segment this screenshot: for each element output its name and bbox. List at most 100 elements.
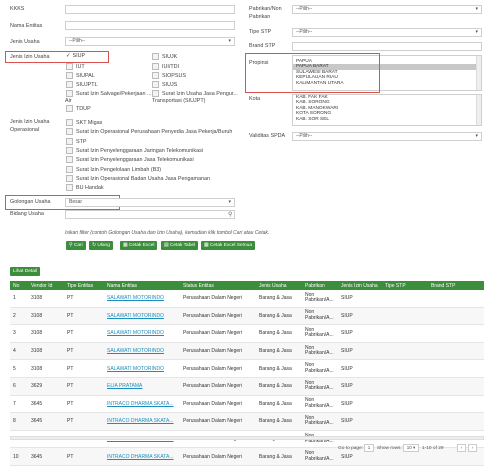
checkbox-jasa-telekom[interactable]: Surat Izin Penyelenggaraan Jasa Telekomu…: [66, 156, 194, 163]
checkbox-skt-migas[interactable]: SKT Migas: [66, 119, 102, 126]
checkbox-label: IUT: [76, 63, 85, 70]
cell-vendor-id: 3108: [28, 324, 64, 343]
cell-jenis-izin-usaha: SIUP: [338, 412, 382, 431]
checkbox-siupal[interactable]: SIUPAL: [66, 72, 95, 79]
page-input[interactable]: 1: [364, 444, 374, 452]
checkbox-stp[interactable]: STP: [66, 138, 86, 145]
checkbox-salvage[interactable]: Surat Izin Salvage/Pekerjaan ...: [66, 90, 152, 97]
scrollbar[interactable]: [476, 56, 481, 90]
brand-stp-input[interactable]: [292, 42, 482, 51]
golongan-usaha-select[interactable]: Besar: [65, 198, 235, 207]
column-header[interactable]: Jenis Usaha: [256, 281, 302, 290]
table-row[interactable]: 6 3629 PT ELIA PRATAMA Perusahaan Dalam Nege…: [10, 377, 484, 396]
checkbox-tdup[interactable]: TDUP: [66, 105, 91, 112]
entity-link[interactable]: INTRACO DHARMA SKATA...: [107, 418, 174, 424]
kkks-input[interactable]: [65, 5, 235, 14]
kota-option[interactable]: KAB. SOR SEL: [293, 117, 481, 122]
column-header[interactable]: Jenis Izin Usaha: [338, 281, 382, 290]
cell-jenis-usaha: Barang & Jasa: [256, 307, 302, 326]
checkbox-bu-handak[interactable]: BU Handak: [66, 184, 104, 191]
table-row[interactable]: 5 3108 PT SALAWATI MOTORINDO Perusahaan Dala…: [10, 359, 484, 378]
validitas-spda-select[interactable]: --Pilih--: [292, 132, 482, 141]
column-header[interactable]: Tipe STP: [382, 281, 428, 290]
checkbox-iui-tdi[interactable]: IUI/TDI: [152, 63, 179, 70]
checkbox-izin-op-pekerja[interactable]: Surat Izin Operasional Perusahaan Penyed…: [66, 128, 232, 135]
entity-link[interactable]: SALAWATI MOTORINDO: [107, 366, 164, 372]
column-header[interactable]: Nama Entitas: [104, 281, 180, 290]
pabrikan-line-2: Pabrikan/A...: [305, 350, 334, 357]
checkbox-label: SIUJPTL: [76, 81, 98, 88]
ulang-button[interactable]: ↻ Ulang: [89, 241, 113, 250]
checkbox-iut[interactable]: IUT: [66, 63, 85, 70]
entity-link[interactable]: INTRACO DHARMA SKATA...: [107, 401, 174, 407]
next-page-button[interactable]: ›: [468, 444, 477, 452]
pabrikan-label-2: Pabrikan: [249, 14, 271, 20]
tipe-stp-select[interactable]: --Pilih--: [292, 28, 482, 37]
pabrikan-line-2: Pabrikan/A...: [305, 367, 334, 374]
checkbox-siup[interactable]: ✓ SIUP: [66, 53, 85, 59]
chevron-right-icon: ›: [471, 445, 474, 450]
cell-vendor-id: 3645: [28, 395, 64, 414]
table-row[interactable]: 3 3108 PT SALAWATI MOTORINDO Perusahaan Dala…: [10, 324, 484, 343]
table-row[interactable]: 2 3108 PT SALAWATI MOTORINDO Perusahaan Dala…: [10, 307, 484, 326]
cell-tipe-stp: [382, 395, 428, 414]
entity-link[interactable]: SALAWATI MOTORINDO: [107, 313, 164, 319]
checkbox-box: [66, 81, 73, 88]
checkbox-label: Surat Izin Penyelenggaraan Jaringan Tele…: [76, 147, 203, 154]
cell-tipe-stp: [382, 290, 428, 308]
prev-page-button[interactable]: ‹: [457, 444, 466, 452]
checkbox-siujptl[interactable]: SIUJPTL: [66, 81, 98, 88]
pabrikan-select[interactable]: --Pilih--: [292, 5, 482, 14]
entity-link[interactable]: SALAWATI MOTORINDO: [107, 295, 164, 301]
column-header[interactable]: Brand STP: [428, 281, 484, 290]
checkbox-siujk[interactable]: SIUJK: [152, 53, 177, 60]
bidang-usaha-input[interactable]: [65, 210, 235, 219]
column-header[interactable]: Tipe Entitas: [64, 281, 104, 290]
column-header[interactable]: Pabrikan: [302, 281, 338, 290]
checkbox-siopsus[interactable]: SIOPSUS: [152, 72, 186, 79]
cetak-excel-button[interactable]: ▦ Cetak Excel: [120, 241, 158, 250]
table-row[interactable]: 4 3108 PT SALAWATI MOTORINDO Perusahaan Dala…: [10, 342, 484, 361]
jenis-izin-operasional-label: Jenis Izin Usaha: [10, 119, 50, 125]
jenis-usaha-select[interactable]: --Pilih--: [65, 37, 235, 46]
checkbox-label: SIUPAL: [76, 72, 95, 79]
cetak-tabel-label: Cetak Tabel: [169, 243, 196, 248]
cetak-tabel-button[interactable]: ▤ Cetak Tabel: [161, 241, 199, 250]
cari-button[interactable]: ⚲ Cari: [66, 241, 86, 250]
cell-nama-entitas: SALAWATI MOTORINDO: [104, 342, 180, 361]
cell-vendor-id: 3108: [28, 307, 64, 326]
table-row[interactable]: 7 3645 PT INTRACO DHARMA SKATA... Perusahaan…: [10, 395, 484, 414]
entity-link[interactable]: ELIA PRATAMA: [107, 383, 142, 389]
kota-listbox[interactable]: KAB. FAK FAK KAB. SORONG KAB. MANOKWARI …: [292, 94, 482, 126]
checkbox-label: Surat Izin Operasional Perusahaan Penyed…: [76, 128, 233, 135]
cetak-excel-semua-button[interactable]: ▦ Cetak Excel Semua: [201, 241, 255, 250]
checkbox-siujs[interactable]: SIUJS: [152, 81, 177, 88]
table-row[interactable]: 8 3645 PT INTRACO DHARMA SKATA... Perusahaan…: [10, 412, 484, 431]
cell-pabrikan: NonPabrikan/A...: [302, 359, 338, 378]
column-header[interactable]: Status Entitas: [180, 281, 256, 290]
entity-link[interactable]: INTRACO DHARMA SKATA...: [107, 454, 174, 460]
column-header[interactable]: No: [10, 281, 28, 290]
lihat-detail-button[interactable]: Lihat Detail: [10, 267, 40, 276]
checkbox-jaringan-telekom[interactable]: Surat Izin Penyelenggaraan Jaringan Tele…: [66, 147, 203, 154]
column-header[interactable]: Vendor Id: [28, 281, 64, 290]
table-row[interactable]: 1 3108 PT SALAWATI MOTORINDO Perusahaan Dala…: [10, 290, 484, 308]
cell-nama-entitas: SALAWATI MOTORINDO: [104, 324, 180, 343]
checkbox-limbah-b3[interactable]: Surat Izin Pengelolaan Limbah (B3): [66, 166, 161, 173]
scrollbar[interactable]: [476, 95, 481, 125]
entity-link[interactable]: SALAWATI MOTORINDO: [107, 330, 164, 336]
cell-tipe-entitas: PT: [64, 412, 104, 431]
rows-per-page-select[interactable]: 10 ▾: [403, 444, 419, 452]
search-icon[interactable]: ⚲: [228, 211, 232, 218]
checkbox-jasa-pengamanan[interactable]: Surat Izin Operasional Badan Usaha Jasa …: [66, 175, 210, 182]
nama-entitas-input[interactable]: [65, 21, 235, 30]
checkbox-label: Surat Izin Usaha Jasa Pengur...: [162, 90, 238, 97]
checkbox-pengurusan[interactable]: Surat Izin Usaha Jasa Pengur...: [152, 90, 238, 97]
bidang-usaha-label: Bidang Usaha: [10, 211, 44, 217]
horizontal-scrollbar[interactable]: [10, 436, 484, 440]
chevron-left-icon: ‹: [460, 445, 463, 450]
checkbox-box: [152, 81, 159, 88]
entity-link[interactable]: SALAWATI MOTORINDO: [107, 348, 164, 354]
cell-vendor-id: 3645: [28, 412, 64, 431]
show-rows-label: Show rows:: [377, 446, 402, 451]
